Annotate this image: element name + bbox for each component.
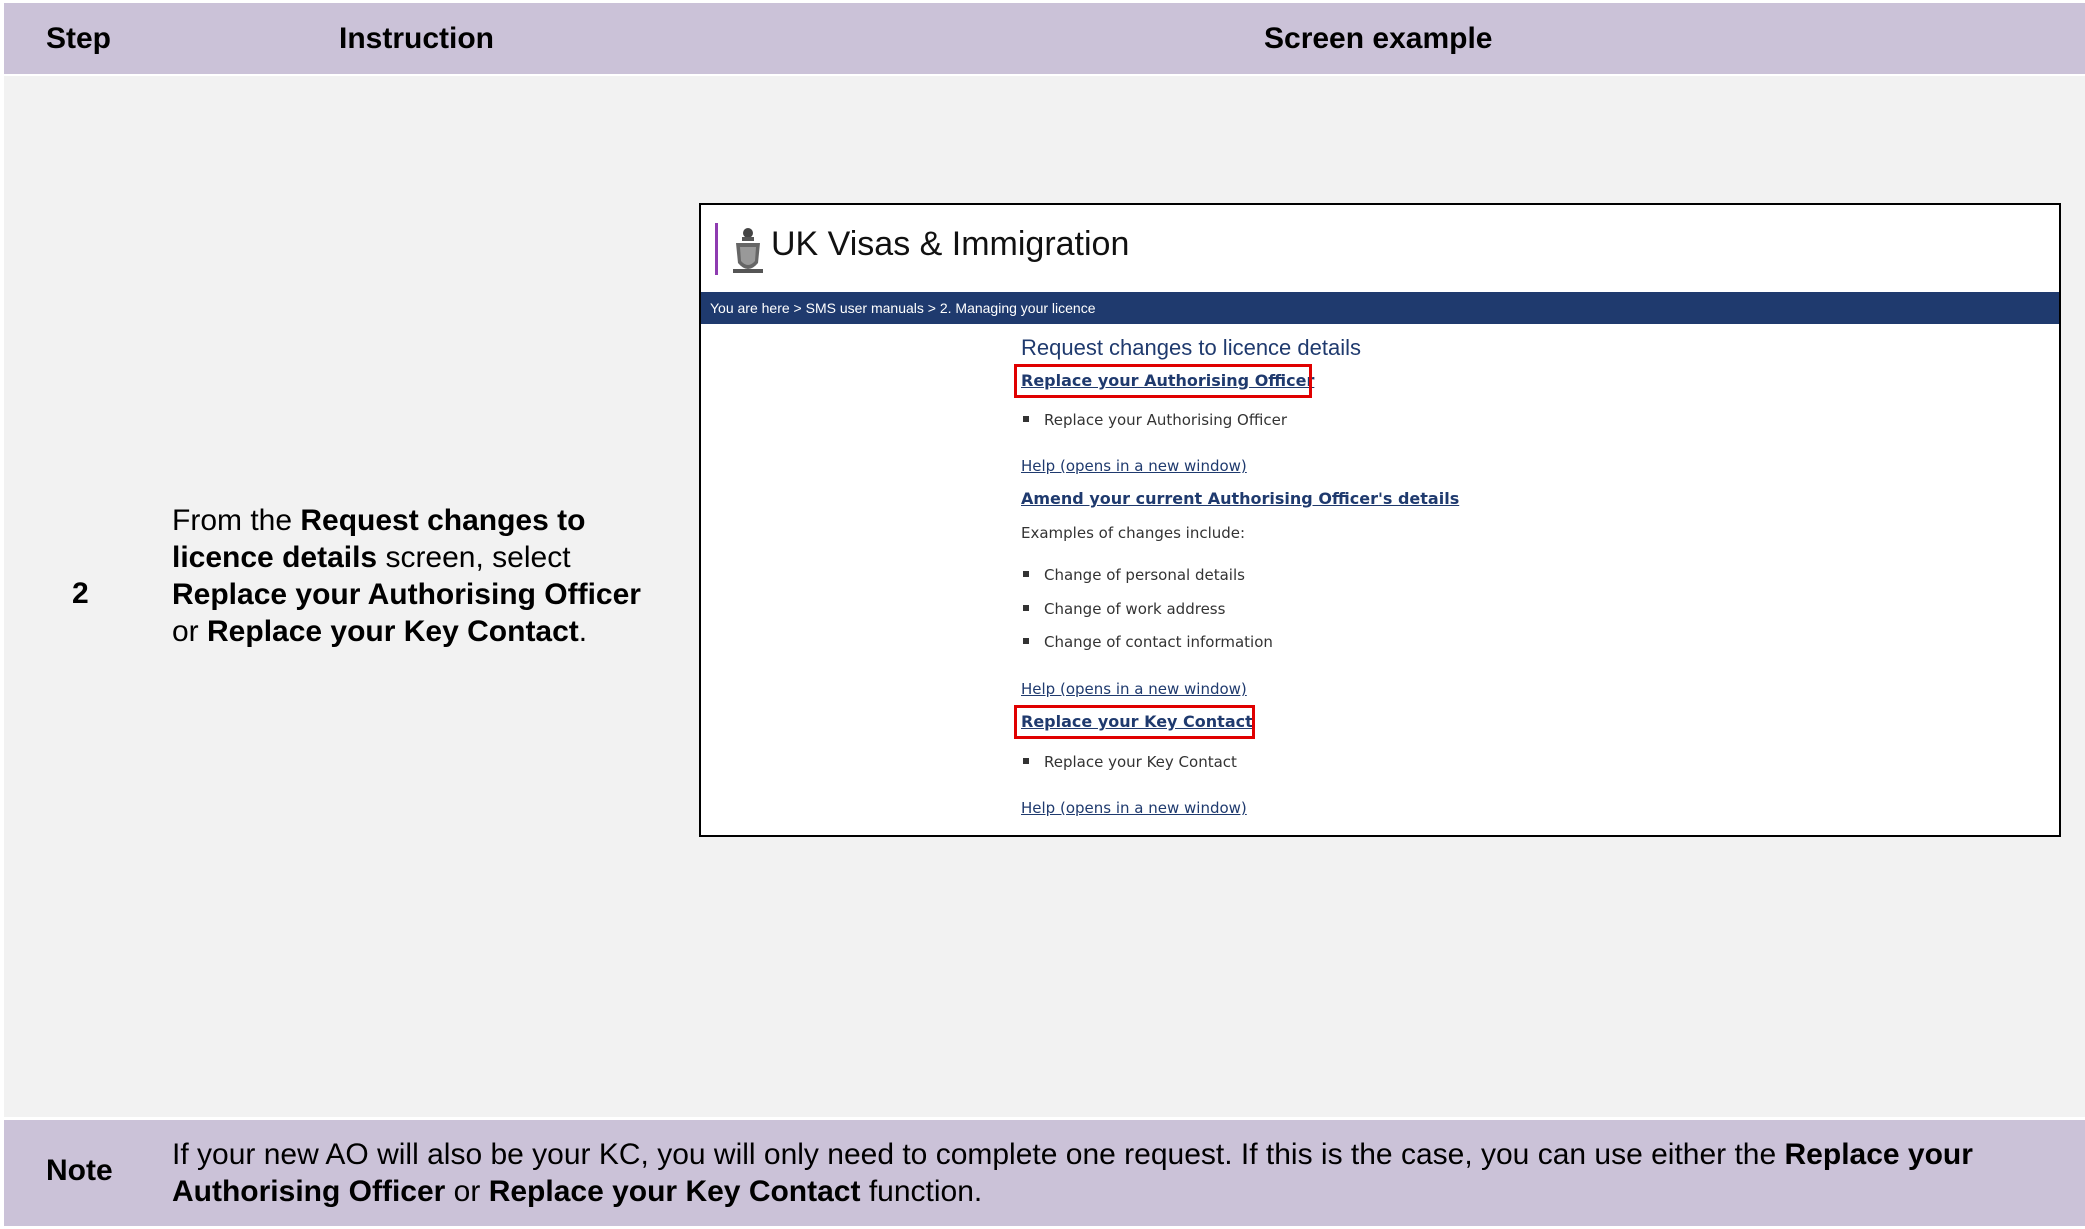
highlight-box-ao: [1014, 364, 1312, 398]
note-label: Note: [46, 1154, 113, 1187]
help-link-ao[interactable]: Help (opens in a new window): [1021, 457, 1247, 475]
instruction-segment: Replace your Authorising Officer: [172, 578, 641, 611]
instruction-segment: From the: [172, 504, 301, 537]
header-instruction: Instruction: [339, 22, 494, 55]
header-step: Step: [46, 22, 112, 55]
page-title: Request changes to licence details: [1021, 335, 1361, 360]
list-item: Replace your Authorising Officer: [1021, 411, 1287, 429]
screen-example: UK Visas & Immigration You are here > SM…: [699, 203, 2061, 837]
note-segment: function.: [860, 1175, 983, 1208]
examples-intro: Examples of changes include:: [1021, 524, 1246, 542]
note-segment: Replace your Key Contact: [488, 1175, 861, 1208]
help-link-kc[interactable]: Help (opens in a new window): [1021, 799, 1247, 817]
note-text: If your new AO will also be your KC, you…: [172, 1136, 2052, 1210]
note-segment: If your new AO will also be your KC, you…: [172, 1138, 1785, 1171]
step-number: 2: [72, 577, 89, 610]
brand-name: UK Visas & Immigration: [771, 225, 1130, 263]
list-item: Change of personal details: [1021, 566, 1245, 584]
instruction-segment: or: [172, 615, 208, 648]
instruction-segment: Replace your Key Contact: [207, 615, 579, 648]
instruction-segment: .: [578, 615, 588, 648]
list-item: Change of contact information: [1021, 633, 1273, 651]
highlight-box-kc: [1014, 705, 1255, 739]
instruction-text: From the Request changes to licence deta…: [172, 502, 642, 650]
note-segment: or: [445, 1175, 489, 1208]
instruction-segment: screen, select: [377, 541, 571, 574]
brand-accent-bar: [715, 223, 718, 275]
list-item: Replace your Key Contact: [1021, 753, 1237, 771]
note-row: Note If your new AO will also be your KC…: [4, 1120, 2085, 1226]
list-item: Change of work address: [1021, 600, 1225, 618]
royal-crest-icon: [731, 223, 765, 277]
breadcrumb: You are here > SMS user manuals > 2. Man…: [701, 292, 2059, 324]
table-header-row: Step Instruction Screen example: [4, 3, 2085, 74]
help-link-amend[interactable]: Help (opens in a new window): [1021, 680, 1247, 698]
header-screen-example: Screen example: [1264, 22, 1493, 55]
amend-authorising-officer-link[interactable]: Amend your current Authorising Officer's…: [1021, 489, 1459, 508]
